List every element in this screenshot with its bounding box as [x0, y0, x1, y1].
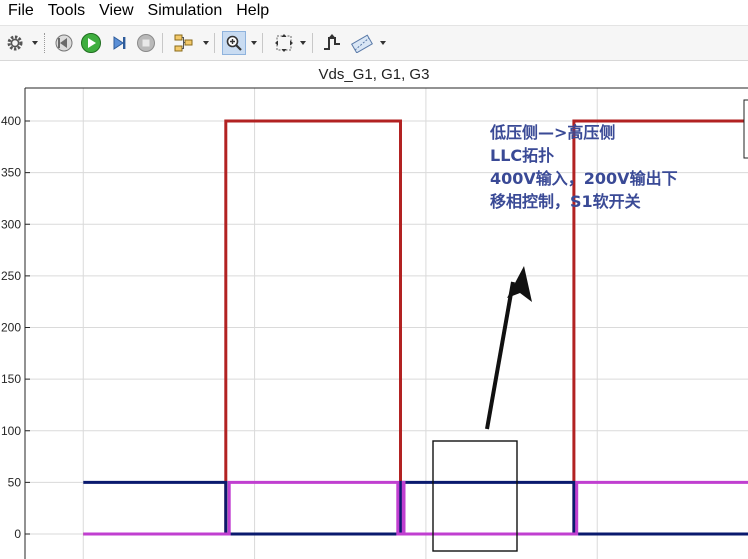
run-button[interactable] — [79, 31, 103, 55]
style-button[interactable] — [350, 31, 374, 55]
y-tick-label: 150 — [1, 372, 21, 386]
series-line — [83, 480, 748, 536]
settings-dropdown-caret[interactable] — [32, 41, 38, 45]
stop-button[interactable] — [134, 31, 158, 55]
y-tick-label: 400 — [1, 114, 21, 128]
toolbar-separator — [262, 33, 263, 53]
step-back-icon — [55, 34, 73, 52]
fit-to-view-icon — [275, 34, 293, 52]
menu-simulation[interactable]: Simulation — [141, 0, 230, 24]
annotation-line: 400V输入，200V输出下 — [490, 169, 678, 188]
stop-icon — [137, 34, 155, 52]
highlight-block-button[interactable] — [172, 31, 196, 55]
annotation-line: LLC拓扑 — [490, 146, 555, 165]
settings-icon — [7, 35, 23, 51]
run-icon — [81, 33, 101, 53]
menu-tools[interactable]: Tools — [41, 0, 92, 24]
triggers-icon — [324, 34, 340, 50]
fit-to-view-button[interactable] — [272, 31, 296, 55]
triggers-button[interactable] — [320, 31, 344, 55]
zoom-button[interactable] — [222, 31, 246, 55]
legend-box — [743, 99, 748, 159]
annotation-line: 低压侧—>高压侧 — [490, 123, 616, 142]
style-dropdown-caret[interactable] — [380, 41, 386, 45]
series-line — [83, 480, 748, 536]
annotation-text: 低压侧—>高压侧 LLC拓扑 400V输入，200V输出下 移相控制，S1软开关 — [490, 121, 678, 213]
y-tick-label: 50 — [8, 475, 22, 489]
toolbar-separator — [44, 33, 46, 53]
toolbar — [0, 25, 748, 61]
zoom-dropdown-caret[interactable] — [251, 41, 257, 45]
annotation-line: 移相控制，S1软开关 — [490, 192, 641, 211]
y-tick-label: 250 — [1, 269, 21, 283]
toolbar-separator — [214, 33, 215, 53]
zoom-icon — [226, 35, 242, 51]
step-forward-icon — [113, 36, 126, 50]
highlight-block-icon — [174, 34, 193, 52]
y-tick-label: 0 — [14, 527, 21, 541]
toolbar-separator — [162, 33, 163, 53]
y-tick-label: 300 — [1, 217, 21, 231]
menu-help[interactable]: Help — [229, 0, 276, 24]
settings-button[interactable] — [3, 31, 27, 55]
style-icon — [351, 34, 373, 53]
annotation-arrow-shaft — [485, 281, 515, 430]
step-forward-button[interactable] — [107, 31, 131, 55]
y-tick-label: 350 — [1, 166, 21, 180]
fit-dropdown-caret[interactable] — [300, 41, 306, 45]
menu-view[interactable]: View — [92, 0, 140, 24]
step-back-button[interactable] — [52, 31, 76, 55]
highlight-dropdown-caret[interactable] — [203, 41, 209, 45]
menu-bar: File Tools View Simulation Help — [0, 0, 748, 24]
y-tick-label: 200 — [1, 321, 21, 335]
y-tick-label: 100 — [1, 424, 21, 438]
toolbar-separator — [312, 33, 313, 53]
menu-file[interactable]: File — [0, 0, 41, 24]
